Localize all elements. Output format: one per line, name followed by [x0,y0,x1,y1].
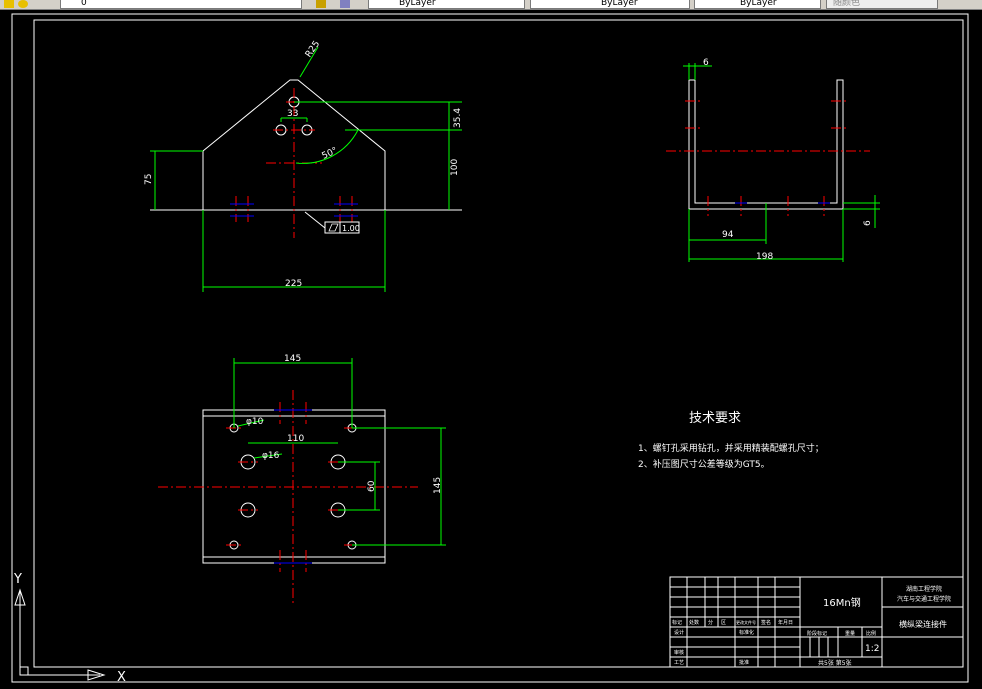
tb-label-count: 处数 [689,619,699,626]
tb-label-mark: 标记 [672,619,682,626]
front-dim-text: R25 33 35.4 50° 100 75 225 [144,39,463,289]
linetype-dropdown[interactable]: ByLayer [530,0,690,9]
tb-scale: 1:2 [865,644,879,654]
tb-label-sign: 签名 [761,619,771,626]
flatness-value: 1.00 [342,224,360,233]
linetype-value: ByLayer [601,0,638,8]
front-dimensions [150,46,462,292]
color-dropdown[interactable]: ByLayer [368,0,525,9]
dim-35-4: 35.4 [453,108,463,128]
front-view: 1.00 R25 33 35.4 50° 100 75 225 [144,39,463,292]
title-block: 16Mn钢 湖南工程学院 汽车与交通工程学院 横纵梁连接件 1:2 共5张 第5… [669,576,964,668]
dim-r25: R25 [304,39,322,59]
technical-notes: 技术要求 1、螺钉孔采用钻孔，并采用精装配螺孔尺寸； 2、补压图尺寸公差等级为G… [638,411,824,470]
front-outline [150,79,462,211]
plan-centerlines [158,390,418,605]
tb-stage: 阶段标记 [807,630,827,637]
side-outline [688,79,844,210]
dim-phi16: φ16 [262,451,280,461]
plotstyle-value: 随颜色 [833,0,861,8]
plan-dim-text: 145 φ10 110 φ16 60 145 [246,354,443,494]
dim-145-right: 145 [433,477,443,494]
dim-33: 33 [287,109,298,119]
make-current-icon[interactable] [316,0,326,8]
tb-school-1: 湖南工程学院 [906,585,942,593]
tb-ratio: 比例 [866,630,876,637]
tb-weight: 重量 [845,630,855,637]
ucs-x-label: X [117,670,126,685]
plotstyle-dropdown[interactable]: 随颜色 [826,0,938,9]
side-centerlines [666,100,870,216]
dim-50deg: 50° [321,146,340,162]
tb-process: 工艺 [674,660,684,666]
layer-state-icon[interactable] [4,0,14,8]
tb-material: 16Mn钢 [823,596,861,609]
dim-145-top: 145 [284,354,301,364]
notes-line-1: 1、螺钉孔采用钻孔，并采用精装配螺孔尺寸； [638,442,824,454]
dim-6-top: 6 [703,58,709,68]
layer-previous-icon[interactable] [340,0,350,8]
tb-approve: 批准 [739,659,749,666]
drawing-canvas[interactable]: 1.00 R25 33 35.4 50° 100 75 225 6 94 198… [0,9,982,689]
layer-dropdown[interactable]: 0 [60,0,302,9]
notes-title: 技术要求 [689,411,741,426]
tb-sheets: 共5张 第5张 [818,659,852,667]
layer-color-icon[interactable] [18,0,28,8]
dim-225: 225 [285,279,302,289]
side-dimensions [683,63,880,262]
dim-60: 60 [367,480,377,492]
dim-100: 100 [450,159,460,176]
dim-6-right: 6 [863,220,873,226]
dim-75: 75 [144,174,154,185]
tb-label-date: 年月日 [778,619,793,626]
tb-part-name: 横纵梁连接件 [899,619,947,629]
tb-review: 审核 [674,649,684,656]
lineweight-value: ByLayer [740,0,777,8]
dim-phi10: φ10 [246,417,264,427]
tb-design: 设计 [674,629,684,636]
lineweight-dropdown[interactable]: ByLayer [694,0,821,9]
color-value: ByLayer [399,0,436,8]
sheet-border [11,13,969,683]
side-view: 6 94 198 6 [666,58,880,262]
ucs-y-label: Y [13,572,22,587]
dim-198: 198 [756,252,773,262]
side-dim-text: 6 94 198 6 [703,58,873,262]
tb-school-2: 汽车与交通工程学院 [897,595,951,603]
dim-110: 110 [287,434,304,444]
dim-94: 94 [722,230,734,240]
plan-view: 145 φ10 110 φ16 60 145 [158,354,446,605]
layer-value: 0 [81,0,87,8]
ucs-icon: Y X [13,572,126,685]
tb-label-div: 分 [708,619,713,626]
tb-label-change: 更改文件号 [736,619,756,625]
tb-standard: 标准化 [739,629,754,636]
tb-label-zone: 区 [721,620,726,626]
notes-line-2: 2、补压图尺寸公差等级为GT5。 [638,458,770,470]
